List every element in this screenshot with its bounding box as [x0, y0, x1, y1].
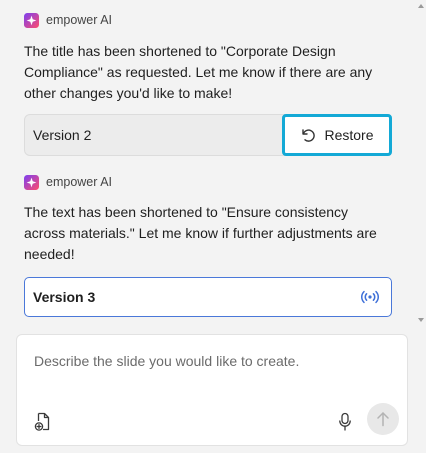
- arrow-up-icon: [377, 412, 389, 427]
- scrollbar[interactable]: [416, 0, 426, 330]
- undo-arrow-icon: [302, 129, 316, 142]
- add-file-icon: [34, 412, 50, 431]
- empower-sparkle-icon: [24, 174, 39, 190]
- message-text: The text has been shortened to "Ensure c…: [24, 204, 377, 262]
- send-button[interactable]: [367, 403, 399, 435]
- scroll-down-arrow-icon[interactable]: [418, 318, 424, 322]
- message-text: The title has been shortened to "Corpora…: [24, 43, 373, 101]
- restore-label: Restore: [324, 127, 374, 143]
- version-card-current[interactable]: Version 3: [24, 277, 392, 317]
- version-label: Version 3: [33, 289, 96, 305]
- sender-name: empower AI: [46, 175, 113, 189]
- version-label: Version 2: [33, 127, 92, 143]
- empower-sparkle-icon: [24, 12, 39, 28]
- sender-name: empower AI: [46, 13, 113, 27]
- chat-panel: empower AI The title has been shortened …: [0, 0, 416, 330]
- version-card: Version 2 Restore: [24, 114, 392, 156]
- scroll-up-arrow-icon[interactable]: [418, 4, 424, 8]
- prompt-input[interactable]: [34, 349, 384, 373]
- microphone-button[interactable]: [337, 411, 353, 433]
- restore-button[interactable]: Restore: [282, 114, 392, 156]
- microphone-icon: [339, 412, 351, 431]
- broadcast-icon: [361, 290, 379, 304]
- message-sender: empower AI: [24, 10, 392, 30]
- prompt-composer: [16, 334, 408, 446]
- message-sender: empower AI: [24, 172, 392, 192]
- attach-file-button[interactable]: [33, 411, 53, 433]
